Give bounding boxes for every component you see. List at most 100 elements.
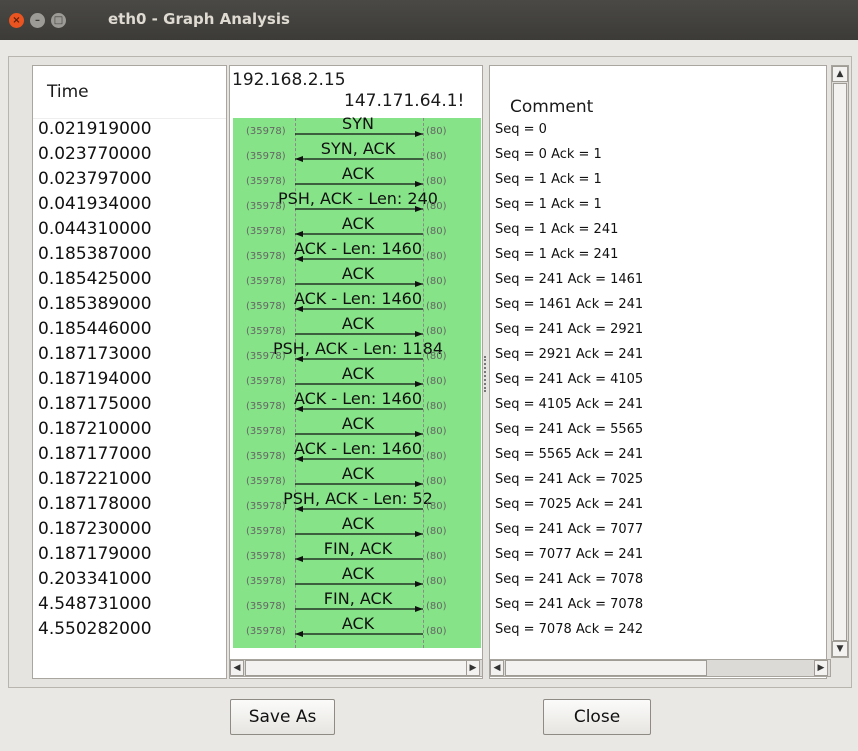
- packet-label[interactable]: ACK: [273, 514, 443, 533]
- comment-scroll-right-icon[interactable]: ▶: [814, 660, 828, 676]
- comment-cell[interactable]: Seq = 241 Ack = 7078: [495, 597, 643, 612]
- comment-cell[interactable]: Seq = 241 Ack = 4105: [495, 372, 643, 387]
- time-cell[interactable]: 0.187175000: [38, 394, 152, 414]
- time-cell[interactable]: 4.550282000: [38, 619, 152, 639]
- comment-cell[interactable]: Seq = 241 Ack = 2921: [495, 322, 643, 337]
- comment-cell[interactable]: Seq = 241 Ack = 7078: [495, 572, 643, 587]
- packet-label[interactable]: ACK: [273, 164, 443, 183]
- port-left-label: (35978): [246, 476, 286, 487]
- comment-cell[interactable]: Seq = 1461 Ack = 241: [495, 297, 643, 312]
- scroll-down-icon[interactable]: ▼: [832, 641, 848, 657]
- graph-scroll-thumb[interactable]: [245, 660, 467, 676]
- vertical-scroll-thumb[interactable]: [833, 83, 847, 641]
- packet-label[interactable]: ACK: [273, 614, 443, 633]
- time-cell[interactable]: 0.023797000: [38, 169, 152, 189]
- port-left-label: (35978): [246, 401, 286, 412]
- graph-scroll-left-icon[interactable]: ◀: [230, 660, 244, 676]
- comment-cell[interactable]: Seq = 7077 Ack = 241: [495, 547, 643, 562]
- comment-cell[interactable]: Seq = 7078 Ack = 242: [495, 622, 643, 637]
- packet-label[interactable]: PSH, ACK - Len: 52: [273, 489, 443, 508]
- port-right-label: (80): [426, 126, 447, 137]
- port-right-label: (80): [426, 501, 447, 512]
- comment-cell[interactable]: Seq = 2921 Ack = 241: [495, 347, 643, 362]
- time-cell[interactable]: 4.548731000: [38, 594, 152, 614]
- close-button[interactable]: Close: [543, 699, 651, 735]
- time-cell[interactable]: 0.185387000: [38, 244, 152, 264]
- time-cell[interactable]: 0.187194000: [38, 369, 152, 389]
- time-cell[interactable]: 0.044310000: [38, 219, 152, 239]
- port-right-label: (80): [426, 276, 447, 287]
- comment-cell[interactable]: Seq = 1 Ack = 1: [495, 172, 602, 187]
- packet-label[interactable]: PSH, ACK - Len: 240: [273, 189, 443, 208]
- vertical-scrollbar[interactable]: ▲ ▼: [831, 65, 849, 658]
- comment-cell[interactable]: Seq = 0 Ack = 1: [495, 147, 602, 162]
- packet-label[interactable]: ACK: [273, 264, 443, 283]
- comment-cell[interactable]: Seq = 241 Ack = 5565: [495, 422, 643, 437]
- comment-scroll-left-icon[interactable]: ◀: [490, 660, 504, 676]
- comment-hscrollbar[interactable]: ◀ ▶: [489, 659, 831, 677]
- packet-label[interactable]: ACK - Len: 1460: [273, 239, 443, 258]
- scroll-up-icon[interactable]: ▲: [832, 66, 848, 82]
- port-right-label: (80): [426, 551, 447, 562]
- comment-cell[interactable]: Seq = 4105 Ack = 241: [495, 397, 643, 412]
- packet-label[interactable]: SYN: [273, 114, 443, 133]
- time-cell[interactable]: 0.187221000: [38, 469, 152, 489]
- packet-label[interactable]: FIN, ACK: [273, 589, 443, 608]
- time-cell[interactable]: 0.185446000: [38, 319, 152, 339]
- time-cell[interactable]: 0.187210000: [38, 419, 152, 439]
- graph-hscrollbar[interactable]: ◀ ▶: [229, 659, 483, 677]
- time-cell[interactable]: 0.185389000: [38, 294, 152, 314]
- packet-label[interactable]: FIN, ACK: [273, 539, 443, 558]
- packet-label[interactable]: ACK: [273, 564, 443, 583]
- comment-cell[interactable]: Seq = 241 Ack = 7025: [495, 472, 643, 487]
- packet-label[interactable]: ACK: [273, 214, 443, 233]
- maximize-window-icon[interactable]: □: [51, 13, 66, 28]
- packet-label[interactable]: ACK: [273, 364, 443, 383]
- window-title: eth0 - Graph Analysis: [108, 10, 290, 28]
- time-cell[interactable]: 0.187173000: [38, 344, 152, 364]
- port-left-label: (35978): [246, 426, 286, 437]
- comment-cell[interactable]: Seq = 5565 Ack = 241: [495, 447, 643, 462]
- time-cell[interactable]: 0.023770000: [38, 144, 152, 164]
- port-right-label: (80): [426, 226, 447, 237]
- comment-cell[interactable]: Seq = 1 Ack = 1: [495, 197, 602, 212]
- time-cell[interactable]: 0.187177000: [38, 444, 152, 464]
- graph-scroll-right-icon[interactable]: ▶: [466, 660, 480, 676]
- time-cell[interactable]: 0.187179000: [38, 544, 152, 564]
- port-right-label: (80): [426, 151, 447, 162]
- flow-graph[interactable]: SYN (35978) (80) SYN, ACK (35978) (80) ACK (359…: [233, 114, 481, 648]
- minimize-window-icon[interactable]: –: [30, 13, 45, 28]
- time-cell[interactable]: 0.041934000: [38, 194, 152, 214]
- port-right-label: (80): [426, 451, 447, 462]
- port-right-label: (80): [426, 376, 447, 387]
- time-cell[interactable]: 0.203341000: [38, 569, 152, 589]
- comment-cell[interactable]: Seq = 1 Ack = 241: [495, 247, 618, 262]
- comment-cell[interactable]: Seq = 1 Ack = 241: [495, 222, 618, 237]
- port-left-label: (35978): [246, 126, 286, 137]
- port-left-label: (35978): [246, 276, 286, 287]
- port-right-label: (80): [426, 576, 447, 587]
- packet-label[interactable]: ACK: [273, 314, 443, 333]
- time-cell[interactable]: 0.187178000: [38, 494, 152, 514]
- packet-label[interactable]: ACK: [273, 414, 443, 433]
- port-right-label: (80): [426, 626, 447, 637]
- packet-label[interactable]: PSH, ACK - Len: 1184: [273, 339, 443, 358]
- comment-cell[interactable]: Seq = 241 Ack = 7077: [495, 522, 643, 537]
- time-cell[interactable]: 0.185425000: [38, 269, 152, 289]
- packet-label[interactable]: ACK: [273, 464, 443, 483]
- comment-cell[interactable]: Seq = 241 Ack = 1461: [495, 272, 643, 287]
- port-right-label: (80): [426, 476, 447, 487]
- time-cell[interactable]: 0.021919000: [38, 119, 152, 139]
- comment-scroll-thumb[interactable]: [505, 660, 707, 676]
- packet-label[interactable]: ACK - Len: 1460: [273, 289, 443, 308]
- packet-label[interactable]: ACK - Len: 1460: [273, 389, 443, 408]
- save-as-button[interactable]: Save As: [230, 699, 335, 735]
- time-cell[interactable]: 0.187230000: [38, 519, 152, 539]
- packet-label[interactable]: ACK - Len: 1460: [273, 439, 443, 458]
- close-window-icon[interactable]: ×: [9, 13, 24, 28]
- splitter-grip[interactable]: [484, 356, 488, 392]
- comment-cell[interactable]: Seq = 0: [495, 122, 547, 137]
- comment-cell[interactable]: Seq = 7025 Ack = 241: [495, 497, 643, 512]
- packet-label[interactable]: SYN, ACK: [273, 139, 443, 158]
- port-left-label: (35978): [246, 501, 286, 512]
